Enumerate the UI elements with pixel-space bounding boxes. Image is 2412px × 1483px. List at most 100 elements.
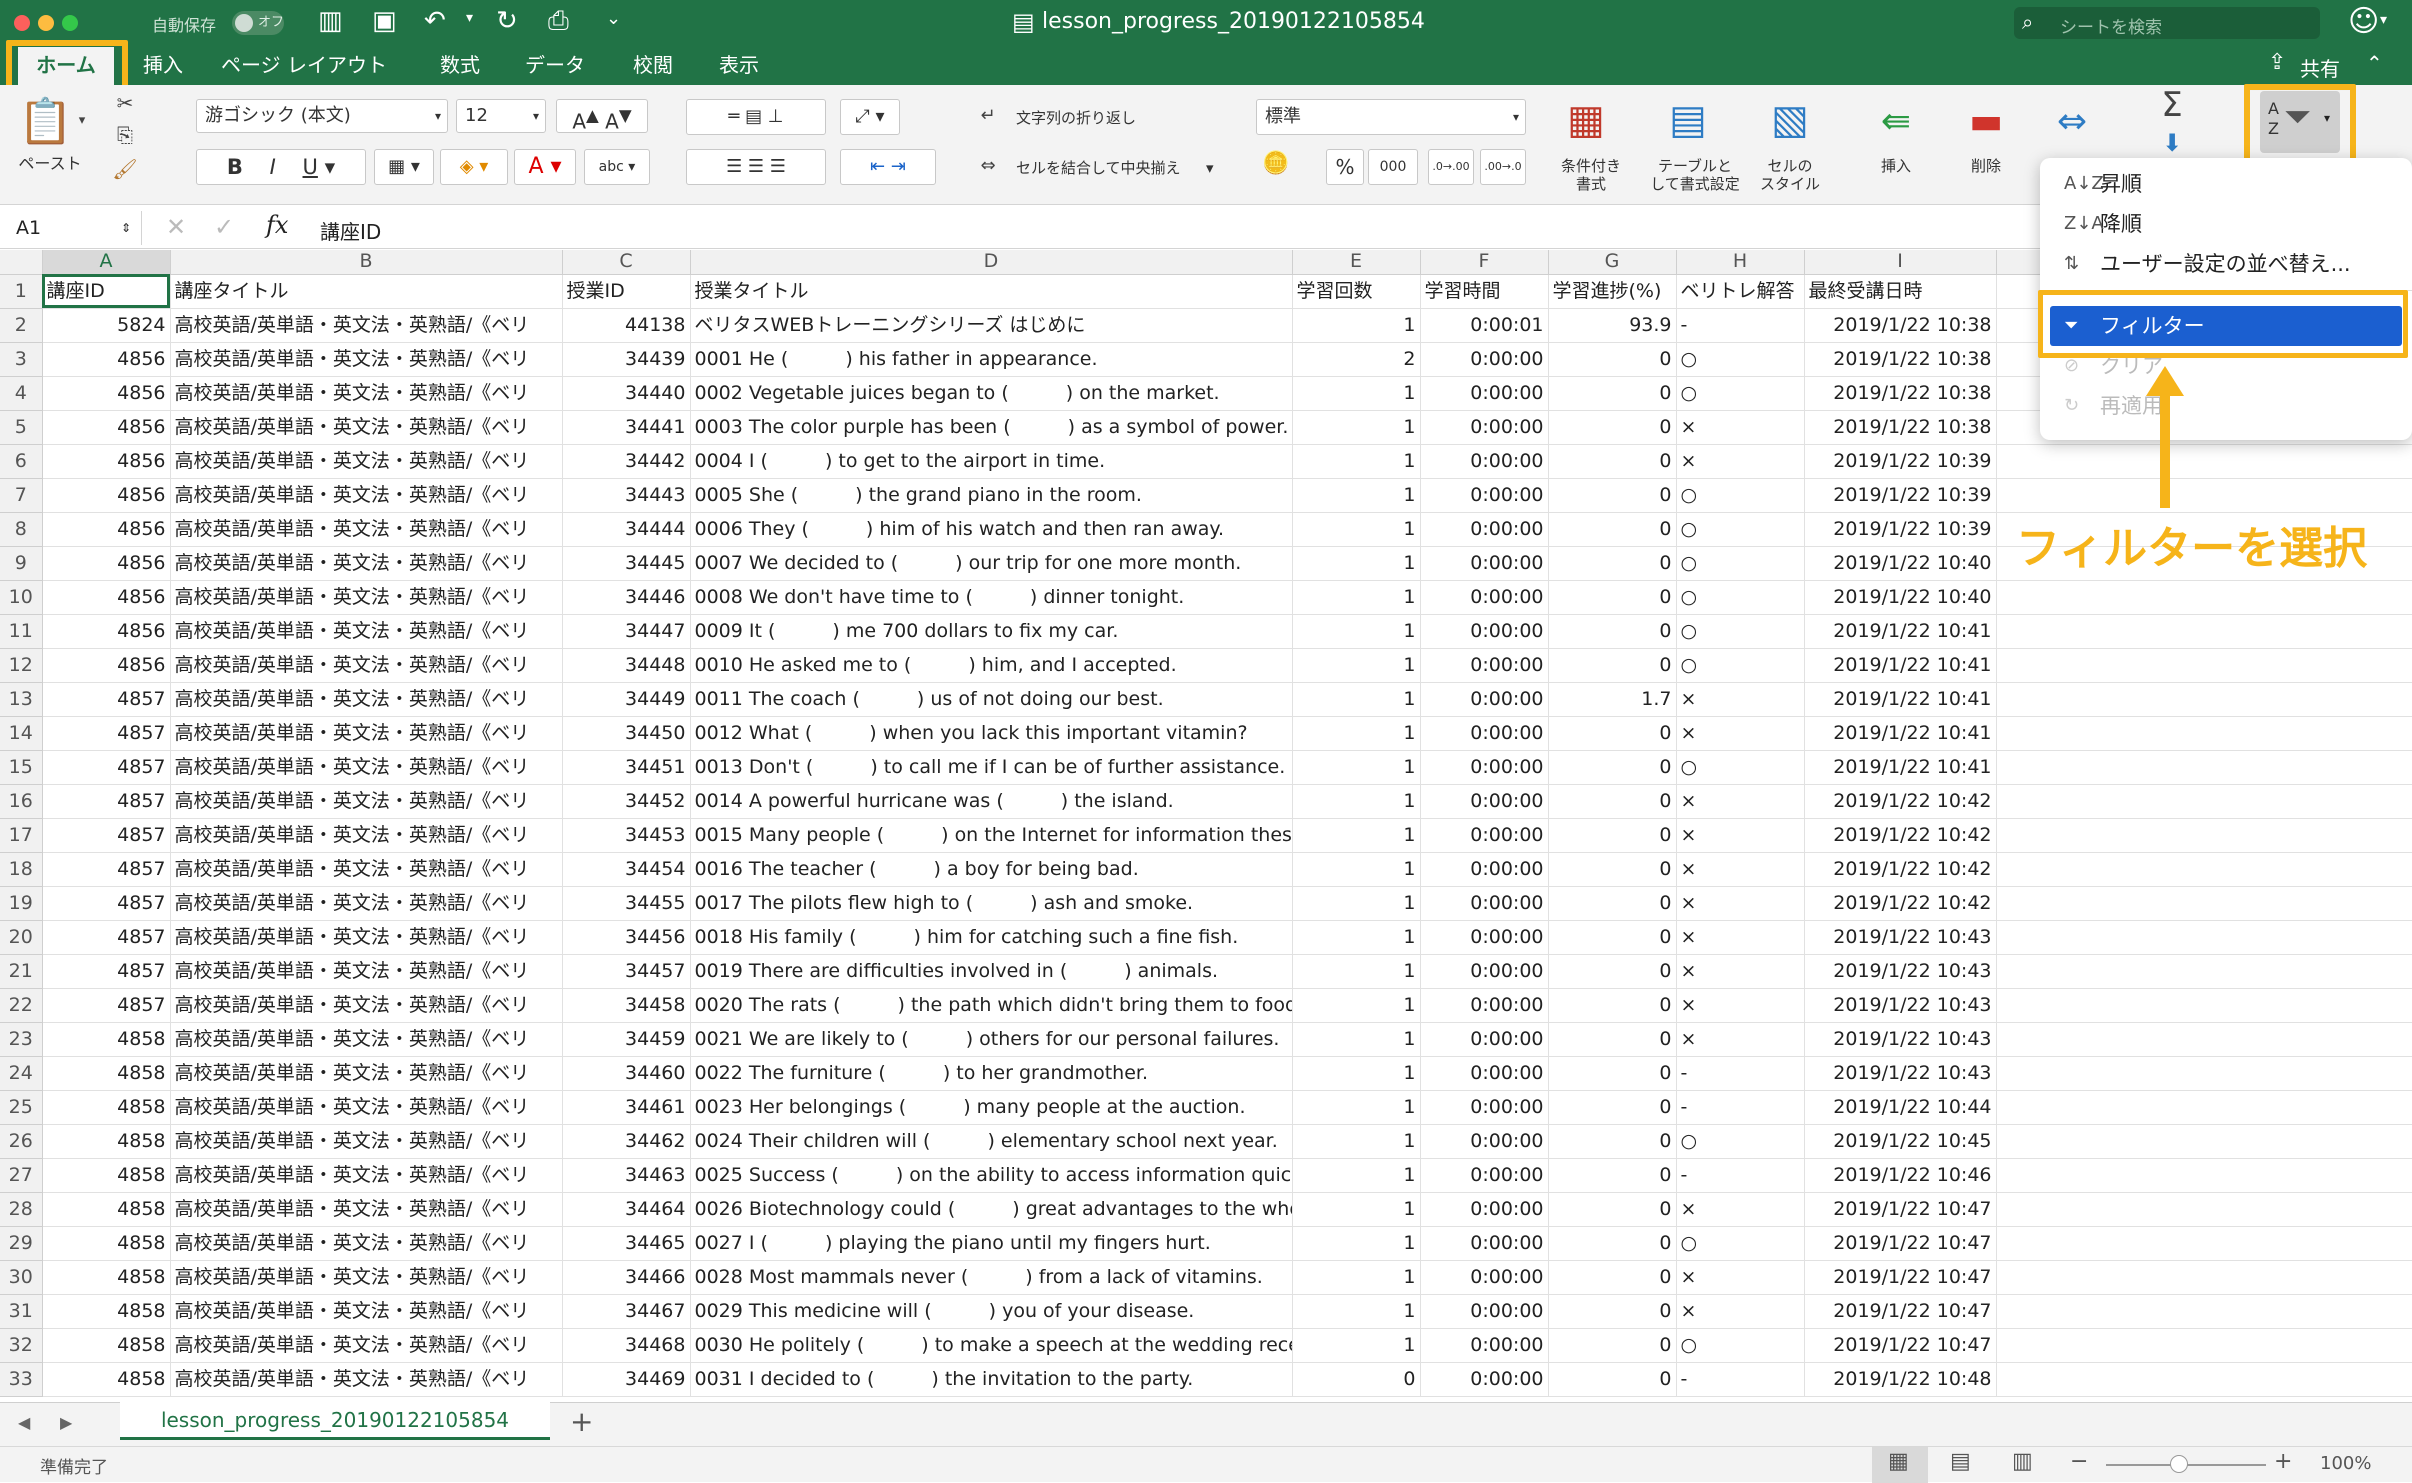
autosum-icon[interactable]: Σ (2152, 85, 2192, 125)
fill-color-button[interactable]: ◈ ▾ (440, 149, 508, 185)
paste-icon[interactable]: 📋 (18, 95, 73, 147)
last-date-cell[interactable]: 2019/1/22 10:47 (1804, 1260, 1997, 1295)
lesson-title-cell[interactable]: 0028 Most mammals never ( ) from a lack … (690, 1260, 1293, 1295)
course-id-cell[interactable]: 4858 (42, 1158, 171, 1193)
progress-cell[interactable]: 1.7 (1548, 682, 1677, 717)
course-id-cell[interactable]: 4858 (42, 1328, 171, 1363)
font-color-button[interactable]: A ▾ (514, 149, 576, 185)
comma-style-button[interactable]: 000 (1368, 149, 1418, 185)
course-id-cell[interactable]: 4858 (42, 1362, 171, 1397)
row-header[interactable]: 2 (0, 308, 43, 343)
veritore-answer-cell[interactable]: ○ (1676, 1328, 1805, 1363)
header-cell[interactable]: 学習進捗(%) (1548, 274, 1677, 309)
italic-button[interactable]: I (270, 155, 276, 179)
veritore-answer-cell[interactable]: - (1676, 1056, 1805, 1091)
tab-insert[interactable]: 挿入 (128, 47, 198, 85)
delete-cells-label[interactable]: 削除 (1956, 157, 2016, 175)
course-id-cell[interactable]: 4857 (42, 920, 171, 955)
course-title-cell[interactable]: 高校英語/英単語・英文法・英熟語/《ベリ (170, 1090, 563, 1125)
progress-cell[interactable]: 0 (1548, 1090, 1677, 1125)
study-count-cell[interactable]: 1 (1292, 546, 1421, 581)
study-count-cell[interactable]: 1 (1292, 1226, 1421, 1261)
delete-cells-icon[interactable]: ▬ (1956, 101, 2016, 142)
row-header[interactable]: 25 (0, 1090, 43, 1125)
study-time-cell[interactable]: 0:00:00 (1420, 478, 1549, 513)
course-id-cell[interactable]: 4856 (42, 342, 171, 377)
progress-cell[interactable]: 0 (1548, 512, 1677, 547)
lesson-title-cell[interactable]: 0017 The pilots flew high to ( ) ash and… (690, 886, 1293, 921)
course-title-cell[interactable]: 高校英語/英単語・英文法・英熟語/《ベリ (170, 614, 563, 649)
lesson-id-cell[interactable]: 34464 (562, 1192, 691, 1227)
row-header[interactable]: 6 (0, 444, 43, 479)
empty-cell[interactable] (1996, 988, 2412, 1023)
fill-icon[interactable]: ⬇ (2152, 129, 2192, 157)
empty-cell[interactable] (1996, 1158, 2412, 1193)
study-time-cell[interactable]: 0:00:00 (1420, 1022, 1549, 1057)
menu-item-reapply[interactable]: ↻ 再適用 (2050, 386, 2402, 426)
row-header[interactable]: 11 (0, 614, 43, 649)
study-time-cell[interactable]: 0:00:00 (1420, 784, 1549, 819)
last-date-cell[interactable]: 2019/1/22 10:38 (1804, 308, 1997, 343)
lesson-title-cell[interactable]: 0023 Her belongings ( ) many people at t… (690, 1090, 1293, 1125)
study-time-cell[interactable]: 0:00:00 (1420, 1158, 1549, 1193)
lesson-id-cell[interactable]: 34468 (562, 1328, 691, 1363)
row-header[interactable]: 3 (0, 342, 43, 377)
cell-style-icon[interactable]: ▧ (1760, 97, 1820, 143)
column-header-d[interactable]: D (690, 250, 1293, 275)
study-time-cell[interactable]: 0:00:00 (1420, 852, 1549, 887)
row-header[interactable]: 29 (0, 1226, 43, 1261)
column-header-h[interactable]: H (1676, 250, 1805, 275)
lesson-id-cell[interactable]: 34439 (562, 342, 691, 377)
empty-cell[interactable] (1996, 648, 2412, 683)
empty-cell[interactable] (1996, 1362, 2412, 1397)
lesson-title-cell[interactable]: 0003 The color purple has been ( ) as a … (690, 410, 1293, 445)
lesson-title-cell[interactable]: 0019 There are difficulties involved in … (690, 954, 1293, 989)
last-date-cell[interactable]: 2019/1/22 10:43 (1804, 1022, 1997, 1057)
lesson-id-cell[interactable]: 34455 (562, 886, 691, 921)
header-cell[interactable]: 学習回数 (1292, 274, 1421, 309)
last-date-cell[interactable]: 2019/1/22 10:47 (1804, 1328, 1997, 1363)
merge-center-button[interactable]: セルを結合して中央揃え (1016, 159, 1181, 177)
lesson-title-cell[interactable]: 0008 We don't have time to ( ) dinner to… (690, 580, 1293, 615)
study-time-cell[interactable]: 0:00:00 (1420, 1294, 1549, 1329)
lesson-id-cell[interactable]: 34452 (562, 784, 691, 819)
course-id-cell[interactable]: 4857 (42, 818, 171, 853)
sidebar-toggle-icon[interactable]: ▥ (318, 6, 343, 36)
course-title-cell[interactable]: 高校英語/英単語・英文法・英熟語/《ベリ (170, 750, 563, 785)
empty-cell[interactable] (1996, 444, 2412, 479)
empty-cell[interactable] (1996, 1226, 2412, 1261)
course-id-cell[interactable]: 4858 (42, 1022, 171, 1057)
study-count-cell[interactable]: 1 (1292, 988, 1421, 1023)
row-header[interactable]: 12 (0, 648, 43, 683)
lesson-id-cell[interactable]: 34444 (562, 512, 691, 547)
last-date-cell[interactable]: 2019/1/22 10:44 (1804, 1090, 1997, 1125)
lesson-id-cell[interactable]: 34441 (562, 410, 691, 445)
study-time-cell[interactable]: 0:00:01 (1420, 308, 1549, 343)
last-date-cell[interactable]: 2019/1/22 10:38 (1804, 342, 1997, 377)
study-count-cell[interactable]: 1 (1292, 308, 1421, 343)
empty-cell[interactable] (1996, 1260, 2412, 1295)
row-header[interactable]: 17 (0, 818, 43, 853)
lesson-id-cell[interactable]: 34469 (562, 1362, 691, 1397)
lesson-id-cell[interactable]: 34453 (562, 818, 691, 853)
lesson-id-cell[interactable]: 34463 (562, 1158, 691, 1193)
lesson-title-cell[interactable]: 0016 The teacher ( ) a boy for being bad… (690, 852, 1293, 887)
vertical-align-group[interactable]: ═ ▤ ⊥ (686, 99, 826, 135)
veritore-answer-cell[interactable]: ○ (1676, 614, 1805, 649)
course-id-cell[interactable]: 4856 (42, 648, 171, 683)
row-header[interactable]: 9 (0, 546, 43, 581)
wrap-text-icon[interactable]: ↵ (976, 105, 1000, 126)
veritore-answer-cell[interactable]: ○ (1676, 1226, 1805, 1261)
last-date-cell[interactable]: 2019/1/22 10:45 (1804, 1124, 1997, 1159)
study-count-cell[interactable]: 1 (1292, 410, 1421, 445)
last-date-cell[interactable]: 2019/1/22 10:40 (1804, 580, 1997, 615)
name-box[interactable]: A1 ⇕ (0, 211, 142, 245)
close-window-button[interactable] (14, 15, 30, 31)
lesson-title-cell[interactable]: 0027 I ( ) playing the piano until my fi… (690, 1226, 1293, 1261)
last-date-cell[interactable]: 2019/1/22 10:48 (1804, 1362, 1997, 1397)
row-header[interactable]: 8 (0, 512, 43, 547)
course-id-cell[interactable]: 4858 (42, 1226, 171, 1261)
lesson-title-cell[interactable]: 0031 I decided to ( ) the invitation to … (690, 1362, 1293, 1397)
format-painter-icon[interactable]: 🖌 (110, 157, 140, 181)
row-header[interactable]: 26 (0, 1124, 43, 1159)
